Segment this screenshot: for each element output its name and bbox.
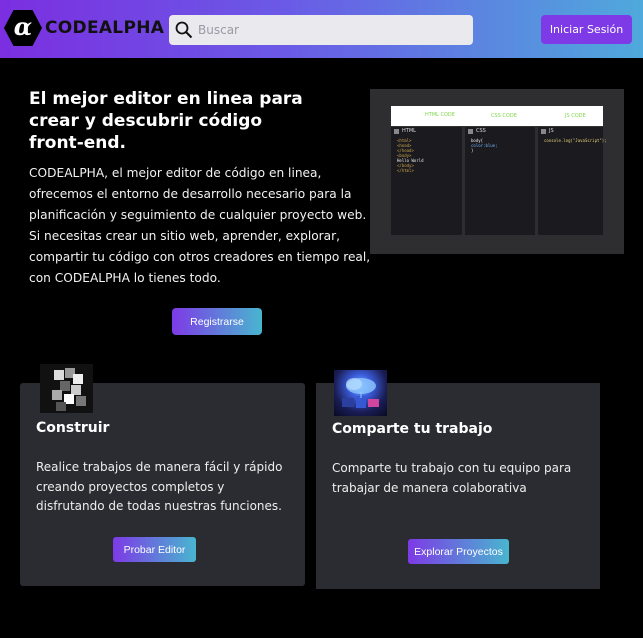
- card-title: Construir: [36, 420, 110, 436]
- logo[interactable]: α CODEALPHA: [4, 10, 164, 46]
- html-pane-header: HTML: [391, 127, 462, 135]
- card-text-line: trabajar de manera colaborativa: [332, 480, 527, 495]
- js-pane-header: JS: [538, 127, 603, 135]
- search-icon[interactable]: [174, 20, 194, 40]
- hero-text-line: Si necesitas crear un sitio web, aprende…: [29, 229, 341, 243]
- top-navbar: α CODEALPHA Iniciar Sesión: [0, 0, 643, 58]
- brand-name: CODEALPHA: [45, 18, 165, 38]
- hero-title-line: front-end.: [29, 133, 127, 153]
- pane-label: CSS: [476, 128, 486, 134]
- js-pane: JS console.log("JavaScript");: [538, 126, 607, 235]
- hero-text-line: planificación y seguimiento de cualquier…: [29, 208, 367, 222]
- pane-label: HTML: [402, 128, 416, 134]
- hero-text-line: ofrecemos el entorno de desarrollo neces…: [29, 187, 352, 201]
- try-editor-button[interactable]: Probar Editor: [113, 537, 196, 562]
- html-pane-code: <html> <head> </head> <body> Hello World…: [391, 135, 462, 176]
- css-annotation: CSS CODE: [491, 113, 517, 119]
- alpha-logo-icon: α: [4, 10, 42, 46]
- js-pane-code: console.log("JavaScript");: [538, 135, 607, 146]
- html-pane: HTML <html> <head> </head> <body> Hello …: [391, 126, 462, 235]
- logo-glyph: α: [13, 11, 33, 41]
- cubes-image: [40, 364, 93, 413]
- card-text: Realice trabajos de manera fácil y rápid…: [36, 458, 298, 517]
- card-title: Comparte tu trabajo: [332, 421, 493, 437]
- code-line: </html>: [397, 168, 414, 173]
- card-text-line: creando proyectos completos y: [36, 479, 225, 494]
- hero-title: El mejor editor en linea para crear y de…: [29, 88, 359, 154]
- editor-preview-image: HTML <html> <head> </head> <body> Hello …: [370, 89, 624, 254]
- hero-description: CODEALPHA, el mejor editor de código en …: [29, 163, 374, 289]
- hero-text-line: CODEALPHA, el mejor editor de código en …: [29, 166, 322, 180]
- code-line: }: [471, 148, 474, 153]
- card-text-line: Realice trabajos de manera fácil y rápid…: [36, 460, 283, 474]
- hero-title-line: El mejor editor en linea para: [29, 89, 303, 109]
- html-annotation: HTML CODE: [425, 112, 455, 118]
- register-button[interactable]: Registrarse: [172, 308, 262, 335]
- search-input[interactable]: [198, 23, 458, 37]
- cloud-tech-graphic: [342, 378, 379, 408]
- cloud-tech-image: [334, 370, 387, 416]
- login-button[interactable]: Iniciar Sesión: [541, 15, 632, 44]
- cubes-graphic: [52, 368, 86, 411]
- js-annotation: JS CODE: [565, 113, 586, 119]
- css-pane: CSS body{ color:blue; }: [465, 126, 535, 235]
- css-pane-header: CSS: [465, 127, 535, 135]
- search-bar[interactable]: [169, 15, 473, 45]
- card-text: Comparte tu trabajo con tu equipo para t…: [332, 459, 594, 498]
- card-text-line: Comparte tu trabajo con tu equipo para: [332, 461, 572, 475]
- css-pane-code: body{ color:blue; }: [465, 135, 535, 156]
- pane-label: JS: [549, 128, 554, 134]
- code-line: console.log("JavaScript");: [544, 138, 607, 143]
- hero-text-line: compartir tu código con otros creadores …: [29, 250, 371, 264]
- card-text-line: disfrutando de todas nuestras funciones.: [36, 499, 282, 513]
- explore-projects-button[interactable]: Explorar Proyectos: [408, 539, 509, 564]
- hero-text-line: con CODEALPHA lo tienes todo.: [29, 271, 221, 285]
- hero-title-line: crear y descubrir código: [29, 111, 263, 131]
